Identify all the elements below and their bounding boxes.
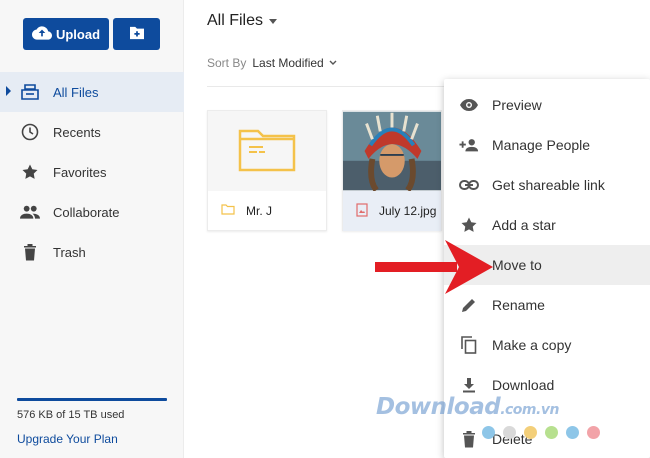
eye-icon [459,95,479,115]
storage-bar [17,398,167,401]
menu-item-make-copy[interactable]: Make a copy [444,325,650,365]
sidebar-item-collaborate[interactable]: Collaborate [0,192,184,232]
sidebar-item-label: Recents [53,124,101,140]
watermark-dot [587,426,600,439]
folder-icon [237,125,297,178]
menu-item-manage-people[interactable]: Manage People [444,125,650,165]
new-folder-button[interactable] [113,18,160,50]
download-icon [459,375,479,395]
folder-small-icon [221,204,235,218]
new-folder-icon [128,26,146,43]
chevron-down-icon [269,18,278,24]
sidebar-item-trash[interactable]: Trash [0,232,184,272]
upgrade-plan-link[interactable]: Upgrade Your Plan [17,432,167,446]
image-thumbnail [343,111,441,191]
red-arrow-annotation [375,240,493,294]
upload-button[interactable]: Upload [23,18,109,50]
watermark-dot [482,426,495,439]
sidebar-item-label: All Files [53,84,99,100]
file-card-folder[interactable]: Mr. J [207,110,327,231]
file-card-image[interactable]: July 12.jpg [342,110,442,231]
folder-thumbnail [208,111,326,191]
sidebar: Upload All Files Recents Favorites Colla… [0,0,184,458]
sort-value: Last Modified [252,56,324,70]
menu-item-get-link[interactable]: Get shareable link [444,165,650,205]
copy-icon [459,335,479,355]
file-name: July 12.jpg [379,204,437,218]
watermark-dot [524,426,537,439]
add-person-icon [459,135,479,155]
portrait-photo-thumbnail [343,111,441,191]
file-name-row: July 12.jpg [343,191,441,231]
watermark-dot [566,426,579,439]
file-name-row: Mr. J [208,191,326,231]
download-watermark: Download.com.vn [376,394,559,420]
sidebar-nav: All Files Recents Favorites Collaborate … [0,72,184,272]
star-icon [20,162,40,182]
sidebar-item-label: Collaborate [53,204,120,220]
chevron-down-icon [329,60,337,65]
trash-icon [20,242,40,262]
menu-item-label: Rename [492,297,545,313]
file-name: Mr. J [246,204,272,218]
menu-item-label: Get shareable link [492,177,605,193]
watermark-dots [482,426,600,439]
menu-item-label: Make a copy [492,337,572,353]
storage-usage: 576 KB of 15 TB used Upgrade Your Plan [17,398,167,446]
sort-label: Sort By [207,56,247,70]
sort-dropdown[interactable]: Last Modified [252,56,337,70]
clock-icon [20,122,40,142]
watermark-dot [545,426,558,439]
page-title-dropdown[interactable]: All Files [207,12,278,30]
menu-item-label: Add a star [492,217,556,233]
sidebar-item-label: Favorites [53,164,107,180]
sidebar-item-all-files[interactable]: All Files [0,72,184,112]
upload-label: Upload [55,26,101,42]
sort-control: Sort By Last Modified [207,56,337,70]
menu-item-label: Move to [492,257,542,273]
image-file-icon [356,202,368,220]
cloud-upload-icon [31,25,52,43]
menu-item-label: Preview [492,97,542,113]
star-icon [459,215,479,235]
active-caret-icon [6,86,11,96]
sidebar-item-favorites[interactable]: Favorites [0,152,184,192]
menu-item-label: Download [492,377,555,393]
watermark-dot [503,426,516,439]
link-icon [459,175,479,195]
trash-icon [459,429,479,449]
page-title: All Files [207,12,264,29]
menu-item-label: Manage People [492,137,591,153]
storage-text: 576 KB of 15 TB used [17,409,125,421]
sidebar-item-recents[interactable]: Recents [0,112,184,152]
menu-item-preview[interactable]: Preview [444,85,650,125]
sidebar-item-label: Trash [53,244,86,260]
all-files-icon [20,82,40,102]
pencil-icon [459,295,479,315]
people-icon [20,202,40,222]
